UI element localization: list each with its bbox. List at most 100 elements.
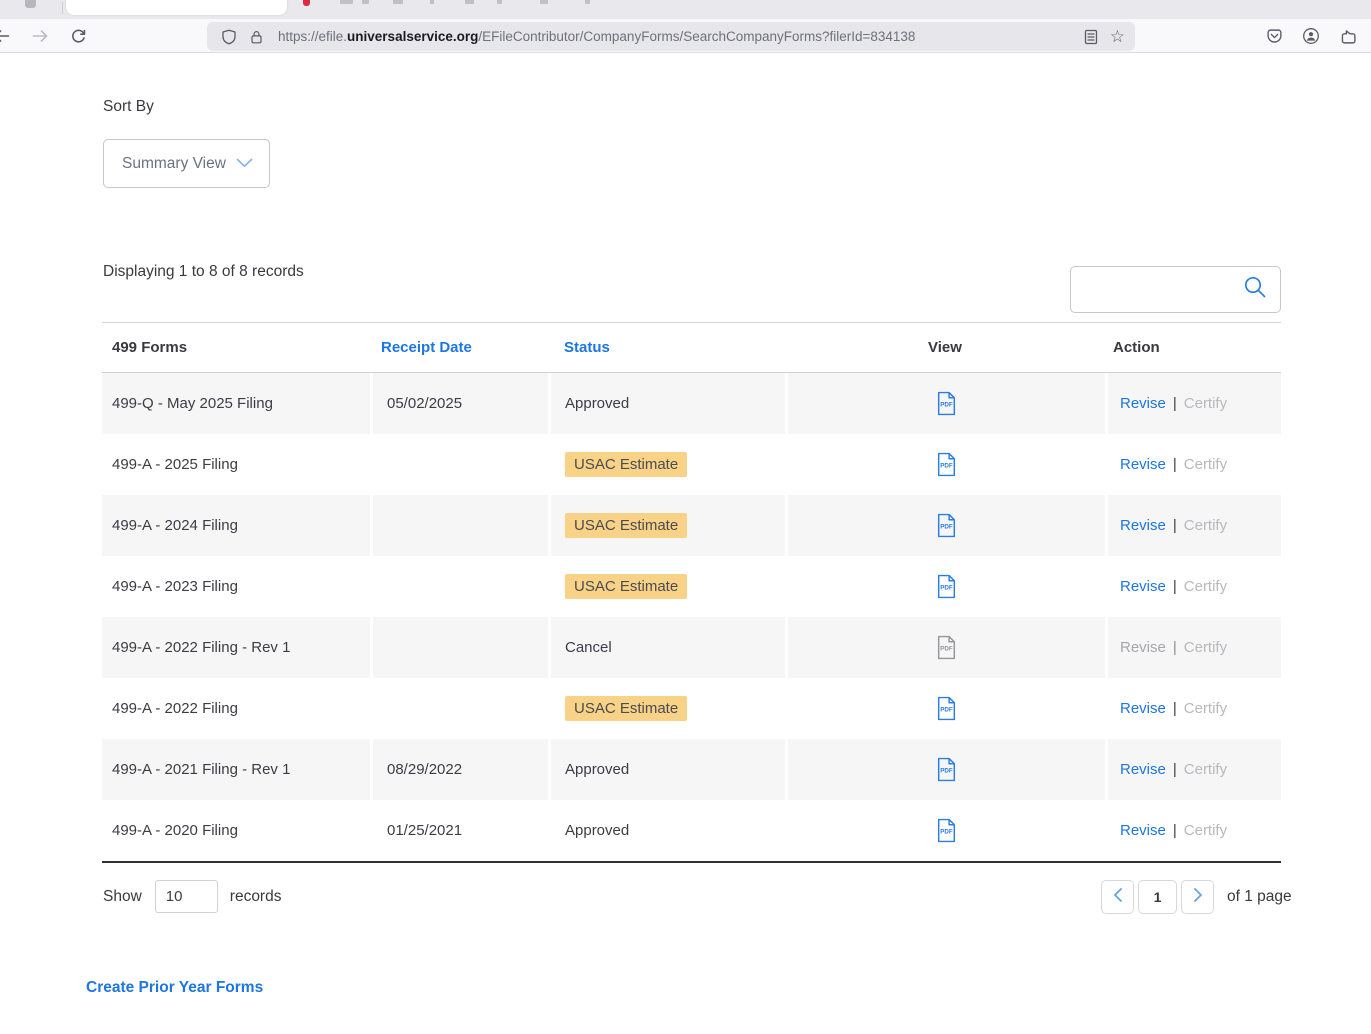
table-row: 499-A - 2020 Filing 01/25/2021 Approved … <box>102 800 1281 861</box>
form-name: 499-Q - May 2025 Filing <box>102 373 370 434</box>
account-icon[interactable] <box>1301 26 1321 46</box>
action-separator: | <box>1173 761 1177 778</box>
tab-title-fragment <box>430 0 434 4</box>
revise-link[interactable]: Revise <box>1120 517 1166 534</box>
table-row: 499-A - 2022 Filing USAC Estimate PDF Re… <box>102 678 1281 739</box>
pdf-icon[interactable]: PDF <box>936 452 957 477</box>
table-row: 499-Q - May 2025 Filing 05/02/2025 Appro… <box>102 373 1281 434</box>
search-input[interactable] <box>1081 281 1242 298</box>
reload-button[interactable] <box>68 26 88 46</box>
action-cell: Revise|Certify <box>1105 373 1281 434</box>
pdf-icon[interactable]: PDF <box>936 574 957 599</box>
status-badge: USAC Estimate <box>565 452 687 477</box>
table-row: 499-A - 2022 Filing - Rev 1 Cancel PDF R… <box>102 617 1281 678</box>
table-row: 499-A - 2021 Filing - Rev 1 08/29/2022 A… <box>102 739 1281 800</box>
current-page-box[interactable]: 1 <box>1138 880 1177 914</box>
certify-link[interactable]: Certify <box>1184 517 1227 534</box>
status-badge: USAC Estimate <box>565 696 687 721</box>
sort-view-dropdown[interactable]: Summary View <box>103 139 270 188</box>
view-cell: PDF <box>785 617 1105 678</box>
active-tab[interactable] <box>66 0 287 15</box>
tab-title-fragment <box>585 0 590 4</box>
action-separator: | <box>1173 700 1177 717</box>
shield-icon[interactable] <box>221 29 237 45</box>
view-cell: PDF <box>785 434 1105 495</box>
search-icon[interactable] <box>1242 274 1268 305</box>
svg-text:PDF: PDF <box>940 768 953 775</box>
receipt-date: 01/25/2021 <box>370 800 548 861</box>
pocket-icon[interactable] <box>1264 26 1284 46</box>
action-cell: Revise | Certify <box>1105 434 1281 495</box>
url-text[interactable]: https://efile.universalservice.org/EFile… <box>278 29 1084 44</box>
forward-button[interactable] <box>30 26 50 46</box>
svg-text:PDF: PDF <box>940 829 953 836</box>
form-name: 499-A - 2025 Filing <box>102 434 370 495</box>
pdf-icon[interactable]: PDF <box>936 391 957 416</box>
page-size-control: Show records <box>103 880 281 913</box>
sort-view-value: Summary View <box>122 155 226 173</box>
view-cell: PDF <box>785 373 1105 434</box>
extensions-icon[interactable] <box>1338 26 1358 46</box>
action-cell: Revise | Certify <box>1105 495 1281 556</box>
svg-text:PDF: PDF <box>940 524 953 531</box>
form-name: 499-A - 2022 Filing <box>102 678 370 739</box>
revise-link[interactable]: Revise <box>1120 700 1166 717</box>
revise-link[interactable]: Revise <box>1120 395 1166 412</box>
revise-link[interactable]: Revise <box>1120 822 1166 839</box>
action-cell: Revise|Certify <box>1105 800 1281 861</box>
pdf-icon[interactable]: PDF <box>936 757 957 782</box>
tab-title-fragment <box>540 0 548 4</box>
status-text: Approved <box>565 395 629 412</box>
url-bar[interactable]: https://efile.universalservice.org/EFile… <box>207 22 1135 51</box>
pdf-icon[interactable]: PDF <box>936 696 957 721</box>
view-cell: PDF <box>785 495 1105 556</box>
lock-icon[interactable] <box>249 29 264 45</box>
header-receipt-date[interactable]: Receipt Date <box>370 339 548 356</box>
revise-link: Revise <box>1120 639 1166 656</box>
table-row: 499-A - 2025 Filing USAC Estimate PDF Re… <box>102 434 1281 495</box>
svg-text:PDF: PDF <box>940 646 953 653</box>
action-separator: | <box>1173 517 1177 534</box>
certify-link[interactable]: Certify <box>1184 456 1227 473</box>
reader-view-icon[interactable] <box>1084 29 1098 45</box>
status-text: Approved <box>565 822 629 839</box>
tab-title-fragment <box>465 0 474 4</box>
receipt-date <box>370 678 548 739</box>
revise-link[interactable]: Revise <box>1120 578 1166 595</box>
status-text: Cancel <box>565 639 612 656</box>
table-header-row: 499 Forms Receipt Date Status View Actio… <box>102 323 1281 373</box>
pagination: 1 of 1 page <box>1101 880 1292 914</box>
certify-link[interactable]: Certify <box>1184 578 1227 595</box>
pdf-icon[interactable]: PDF <box>936 818 957 843</box>
previous-page-button[interactable] <box>1101 880 1134 914</box>
tab-notification-dot <box>303 0 310 6</box>
certify-link[interactable]: Certify <box>1184 395 1227 412</box>
certify-link[interactable]: Certify <box>1184 761 1227 778</box>
action-cell: Revise|Certify <box>1105 556 1281 617</box>
view-cell: PDF <box>785 556 1105 617</box>
receipt-date <box>370 556 548 617</box>
header-status[interactable]: Status <box>548 339 785 356</box>
next-page-button[interactable] <box>1181 880 1214 914</box>
sort-by-label: Sort By <box>103 98 154 116</box>
show-label: Show <box>103 888 142 906</box>
revise-link[interactable]: Revise <box>1120 761 1166 778</box>
back-button[interactable] <box>0 26 11 46</box>
form-name: 499-A - 2022 Filing - Rev 1 <box>102 617 370 678</box>
status-cell: Approved <box>548 800 785 861</box>
page-size-input[interactable] <box>155 880 218 913</box>
revise-link[interactable]: Revise <box>1120 456 1166 473</box>
tab-bar-icon-fragment <box>25 0 36 8</box>
status-cell: Cancel <box>548 617 785 678</box>
form-name: 499-A - 2020 Filing <box>102 800 370 861</box>
certify-link[interactable]: Certify <box>1184 700 1227 717</box>
create-prior-year-forms-link[interactable]: Create Prior Year Forms <box>86 979 263 997</box>
certify-link[interactable]: Certify <box>1184 822 1227 839</box>
receipt-date: 08/29/2022 <box>370 739 548 800</box>
action-separator: | <box>1173 456 1177 473</box>
form-name: 499-A - 2021 Filing - Rev 1 <box>102 739 370 800</box>
form-name: 499-A - 2023 Filing <box>102 556 370 617</box>
pdf-icon[interactable]: PDF <box>936 513 957 538</box>
tab-title-fragment <box>497 0 502 4</box>
bookmark-star-icon[interactable]: ☆ <box>1110 28 1125 45</box>
